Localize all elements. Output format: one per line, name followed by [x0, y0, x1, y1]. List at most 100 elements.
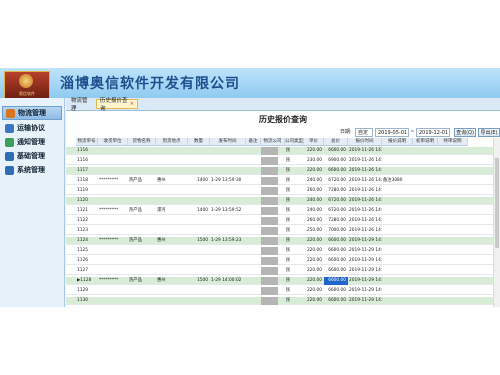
column-header[interactable]: 报价时间 — [348, 138, 382, 146]
sidebar-item[interactable]: 基础管理 — [2, 149, 62, 163]
column-header[interactable]: 公司类型 — [285, 138, 304, 146]
redacted-cell — [261, 167, 278, 176]
close-icon[interactable]: × — [130, 101, 134, 107]
table-cell — [188, 247, 210, 255]
table-cell: 2019-11-26 14:12 — [349, 168, 382, 173]
column-header[interactable]: 总价 — [324, 138, 348, 146]
main-panel: 物流管理 历史报价查询 × 历史报价查询 日期: 自定 2019-05-01 ~ … — [66, 98, 500, 307]
column-header[interactable]: 到货地点 — [156, 138, 188, 146]
date-mode-select[interactable]: 自定 — [355, 128, 373, 137]
table-row[interactable]: 1120 民 240.00 6720.002019-11-26 14:23 — [66, 197, 500, 206]
redacted-cell — [261, 177, 278, 186]
table-cell: 240.00 — [306, 208, 322, 213]
table-row[interactable]: 1124 ********* 热产品 惠州 1500 1-29 13:59:23 民 220.… — [66, 237, 500, 246]
table-cell: 6720.00 — [328, 178, 346, 183]
tab-history-quote[interactable]: 历史报价查询 × — [96, 98, 138, 112]
column-header[interactable]: 单价 — [304, 138, 324, 146]
table-cell — [128, 197, 156, 205]
sidebar-item[interactable]: 系统管理 — [2, 163, 62, 177]
table-cell: 1130 — [77, 298, 88, 303]
table-cell: 民 — [286, 298, 291, 303]
table-cell: 220.00 — [306, 298, 322, 303]
table-cell: 1-29 14:00:02 — [211, 278, 242, 283]
sidebar-item[interactable]: 通知管理 — [2, 135, 62, 149]
tab-logistics[interactable]: 物流管理 — [68, 98, 94, 112]
table-cell: 1116 — [77, 158, 88, 163]
table-row[interactable]: 1125 民 220.00 6600.002019-11-29 14:02 — [66, 247, 500, 256]
table-cell: 热产品 — [129, 178, 142, 183]
date-to-field[interactable]: 2019-12-01 — [416, 128, 450, 137]
table-cell: 220.00 — [306, 168, 322, 173]
column-header[interactable]: 数量 — [188, 138, 210, 146]
table-row[interactable]: 1123 民 250.00 7000.002019-11-26 14:02 — [66, 227, 500, 236]
table-cell: 260.00 — [306, 188, 322, 193]
table-cell: 1123 — [77, 228, 88, 233]
column-header[interactable]: 报价说明 — [382, 138, 413, 146]
column-header[interactable]: 物流单号 — [76, 138, 98, 146]
table-row[interactable]: 1127 民 220.00 6600.002019-11-29 14:01 — [66, 267, 500, 276]
company-name: 淄博奥信软件开发有限公司 — [60, 76, 240, 92]
table-row[interactable]: ▶1128 ********* 热产品 惠州 1500 1-29 14:00:02 民 220… — [66, 277, 500, 286]
table-cell: 2019-11-26 14:09 — [349, 188, 382, 193]
table-cell — [98, 197, 128, 205]
redacted-cell — [261, 217, 278, 226]
table-cell — [188, 217, 210, 225]
table-cell: 230.00 — [306, 158, 322, 163]
table-cell: 民 — [286, 248, 291, 253]
table-cell: 6600.00 — [328, 268, 346, 273]
table-row[interactable]: 1122 民 260.00 7280.002019-11-26 14:02 — [66, 217, 500, 226]
tab-label: 物流管理 — [71, 98, 88, 112]
table-cell — [98, 217, 128, 225]
column-header[interactable]: 货物名称 — [128, 138, 156, 146]
vertical-scrollbar[interactable] — [493, 138, 500, 307]
export-button[interactable]: 导出(E) — [478, 128, 500, 137]
table-row[interactable]: 1116 民 230.00 6900.002019-11-26 14:12 — [66, 157, 500, 166]
table-cell — [128, 217, 156, 225]
column-header[interactable]: 物流公司 — [261, 138, 285, 146]
query-button[interactable]: 查询(Q) — [454, 128, 476, 137]
system-icon — [5, 165, 14, 175]
tab-label: 历史报价查询 — [100, 98, 128, 112]
table-cell: 6600.00 — [328, 298, 346, 303]
table-cell: 1127 — [77, 268, 88, 273]
table-cell — [188, 267, 210, 275]
table-cell — [128, 257, 156, 265]
table-cell — [382, 257, 413, 265]
sidebar-item[interactable]: 运输协议 — [2, 121, 62, 135]
column-header[interactable]: 初审说明 — [413, 138, 438, 146]
table-cell: ▶1128 — [77, 278, 92, 283]
scroll-thumb[interactable] — [495, 158, 499, 248]
table-cell — [156, 157, 188, 165]
table-cell — [382, 157, 413, 165]
table-cell — [128, 187, 156, 195]
table-row[interactable]: 1126 民 220.00 6600.002019-11-29 14:02 — [66, 257, 500, 266]
table-row[interactable]: 1116 民 220.00 6600.002019-11-26 14:12 — [66, 147, 500, 156]
table-row[interactable]: 1118 ********* 热产品 惠州 1400 1-29 13:59:30 民 240.… — [66, 177, 500, 186]
table-cell — [210, 247, 246, 255]
column-header[interactable]: 终审说明 — [438, 138, 468, 146]
sidebar-item-label: 系统管理 — [17, 166, 45, 174]
date-from-value: 2019-05-01 — [378, 130, 408, 136]
date-from-field[interactable]: 2019-05-01 — [375, 128, 409, 137]
table-row[interactable]: 1129 民 220.00 6600.002019-11-29 14:03 — [66, 287, 500, 296]
table-cell — [128, 227, 156, 235]
table-cell — [210, 187, 246, 195]
table-cell — [98, 247, 128, 255]
redacted-cell — [261, 237, 278, 246]
table-cell — [156, 227, 188, 235]
table-row[interactable]: 1130 民 220.00 6600.002019-11-29 14:01 — [66, 297, 500, 306]
table-cell: 1118 — [77, 178, 88, 183]
column-header[interactable]: 备注 — [246, 138, 261, 146]
table-cell — [156, 267, 188, 275]
date-label: 日期: — [340, 129, 352, 135]
table-row[interactable]: 1119 民 260.00 7280.002019-11-26 14:09 — [66, 187, 500, 196]
column-header[interactable]: 发布时间 — [210, 138, 246, 146]
table-cell — [210, 157, 246, 165]
column-header[interactable]: 收货单位 — [98, 138, 128, 146]
table-row[interactable]: 1117 民 220.00 6600.002019-11-26 14:12 — [66, 167, 500, 176]
table-cell: 民 — [286, 238, 291, 243]
table-cell — [382, 197, 413, 205]
table-cell: 220.00 — [306, 288, 322, 293]
sidebar-item[interactable]: 物流管理 — [2, 106, 62, 120]
table-row[interactable]: 1121 ********* 热产品 漯河 1400 1-29 13:59:52 民 240.… — [66, 207, 500, 216]
